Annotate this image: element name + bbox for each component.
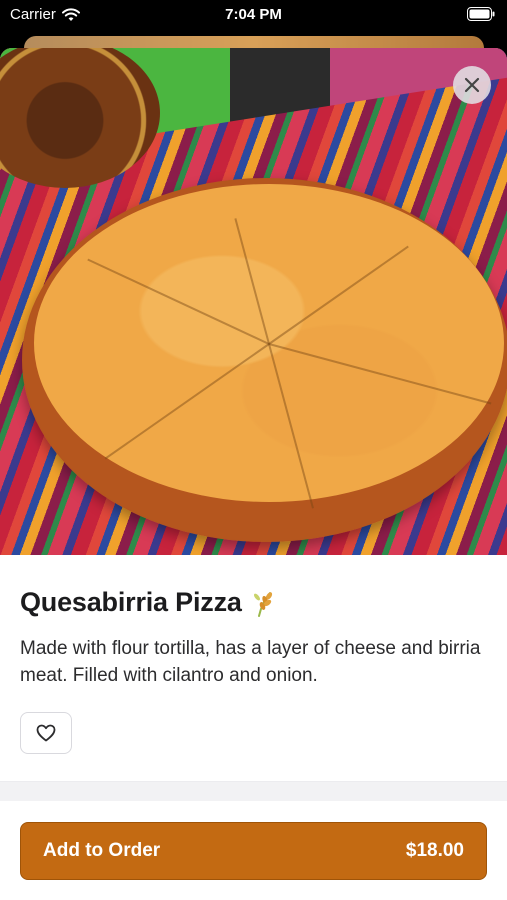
- favorite-button[interactable]: [20, 712, 72, 754]
- item-price: $18.00: [405, 840, 464, 861]
- status-time: 7:04 PM: [225, 6, 282, 23]
- section-divider: [0, 781, 507, 801]
- item-description: Made with flour tortilla, has a layer of…: [20, 638, 481, 686]
- status-bar: Carrier 7:04 PM: [0, 0, 507, 32]
- add-to-order-label: Add to Order: [43, 840, 161, 861]
- item-title-row: Quesabirria Pizza: [20, 587, 280, 618]
- item-photo: [0, 48, 507, 555]
- photo-sombrero: [0, 48, 160, 188]
- add-to-order-button[interactable]: Add to Order $18.00: [20, 822, 487, 880]
- close-button[interactable]: [453, 66, 491, 104]
- close-icon: [464, 77, 480, 93]
- battery-icon: [467, 7, 495, 21]
- item-detail-sheet: Quesabirria Pizza Made with flour tortil…: [0, 48, 507, 900]
- heart-outline-icon: [36, 724, 56, 742]
- item-name: Quesabirria Pizza: [20, 587, 242, 617]
- wheat-icon: [253, 591, 272, 617]
